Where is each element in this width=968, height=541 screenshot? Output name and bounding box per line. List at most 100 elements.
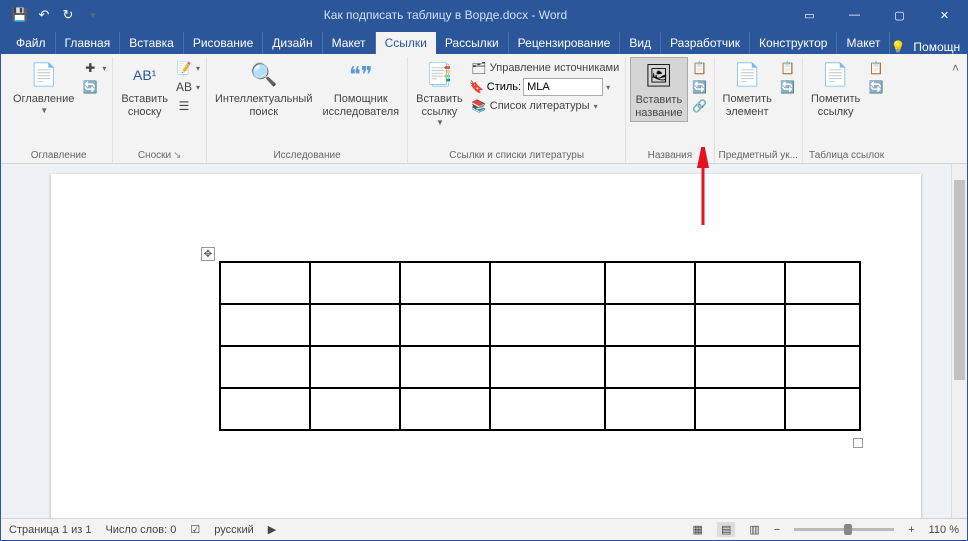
help-label[interactable]: Помощн <box>913 40 960 54</box>
group-label: Оглавление <box>9 148 108 163</box>
ribbon-body: 📄 Оглавление ▼ ✚▾ 🔄 Оглавление AB¹ Встав… <box>1 54 967 164</box>
toc-button[interactable]: 📄 Оглавление ▼ <box>9 57 78 117</box>
insert-caption-button[interactable]: 🖼 Вставить название <box>630 57 687 122</box>
researcher-icon: ❝❞ <box>345 59 377 91</box>
close-icon[interactable]: ✕ <box>922 1 967 29</box>
tab-draw[interactable]: Рисование <box>184 32 263 54</box>
bibliography-button[interactable]: 📚Список литературы▾ <box>469 97 621 115</box>
style-select[interactable] <box>523 78 603 96</box>
update-tof-button[interactable]: 🔄 <box>690 78 710 96</box>
group-research: 🔍 Интеллектуальный поиск ❝❞ Помощник исс… <box>207 57 408 163</box>
cross-ref-button[interactable]: 🔗 <box>690 97 710 115</box>
mark-entry-button[interactable]: 📄 Пометить элемент <box>719 57 776 120</box>
insert-citation-button[interactable]: 📑 Вставить ссылку ▼ <box>412 57 467 129</box>
mark-entry-icon: 📄 <box>731 59 763 91</box>
document-table[interactable] <box>219 261 861 431</box>
footnote-icon: AB¹ <box>129 59 161 91</box>
update-index-button[interactable]: 🔄 <box>778 78 798 96</box>
update-toc-button[interactable]: 🔄 <box>80 78 108 96</box>
footnotes-launcher-icon[interactable]: ↘ <box>173 150 181 161</box>
language-status[interactable]: русский <box>214 524 253 536</box>
tab-view[interactable]: Вид <box>620 32 661 54</box>
manage-sources-button[interactable]: 🗂Управление источниками <box>469 59 621 77</box>
add-text-button[interactable]: ✚▾ <box>80 59 108 77</box>
smart-lookup-button[interactable]: 🔍 Интеллектуальный поиск <box>211 57 316 120</box>
page-number-status[interactable]: Страница 1 из 1 <box>9 524 91 536</box>
read-mode-icon[interactable]: ▦ <box>693 523 703 536</box>
next-footnote-button[interactable]: AB▾ <box>174 78 202 96</box>
save-icon[interactable]: 💾 <box>9 4 31 26</box>
zoom-in-icon[interactable]: + <box>908 524 914 536</box>
tab-developer[interactable]: Разработчик <box>661 32 750 54</box>
tab-file[interactable]: Файл <box>7 32 56 54</box>
update-toa-button[interactable]: 🔄 <box>866 78 886 96</box>
update-index-icon: 🔄 <box>780 79 796 95</box>
insert-endnote-button[interactable]: 📝▾ <box>174 59 202 77</box>
tab-design[interactable]: Дизайн <box>263 32 322 54</box>
toc-icon: 📄 <box>28 59 60 91</box>
minimize-icon[interactable]: — <box>832 1 877 29</box>
table-move-handle-icon[interactable]: ✥ <box>201 247 215 261</box>
insert-tof-button[interactable]: 📋 <box>690 59 710 77</box>
group-citations: 📑 Вставить ссылку ▼ 🗂Управление источник… <box>408 57 626 163</box>
style-label: Стиль: <box>487 81 521 93</box>
tab-references[interactable]: Ссылки <box>376 32 436 54</box>
tab-layout[interactable]: Макет <box>323 32 376 54</box>
bibliography-icon: 📚 <box>471 98 487 114</box>
update-toa-icon: 🔄 <box>868 79 884 95</box>
help-icon[interactable]: 💡 <box>890 40 905 54</box>
tab-table-layout[interactable]: Макет <box>837 32 890 54</box>
next-footnote-icon: AB <box>176 79 192 95</box>
zoom-level[interactable]: 110 % <box>929 524 959 536</box>
insert-toa-button[interactable]: 📋 <box>866 59 886 77</box>
mark-citation-button[interactable]: 📄 Пометить ссылку <box>807 57 864 120</box>
zoom-slider[interactable] <box>794 528 894 531</box>
insert-toa-icon: 📋 <box>868 60 884 76</box>
insert-index-button[interactable]: 📋 <box>778 59 798 77</box>
zoom-out-icon[interactable]: − <box>774 524 780 536</box>
spellcheck-icon[interactable]: ☑ <box>190 523 200 536</box>
mark-citation-icon: 📄 <box>820 59 852 91</box>
quick-access-toolbar: 💾 ↶ ↻ ▼ <box>1 4 104 26</box>
vertical-scrollbar[interactable] <box>951 164 967 518</box>
tab-insert[interactable]: Вставка <box>120 32 184 54</box>
insert-citation-icon: 📑 <box>423 59 455 91</box>
undo-icon[interactable]: ↶ <box>33 4 55 26</box>
insert-caption-icon: 🖼 <box>643 60 675 92</box>
group-footnotes: AB¹ Вставить сноску 📝▾ AB▾ ☰ Сноски↘ <box>113 57 207 163</box>
page: ✥ <box>51 174 921 518</box>
window-title: Как подписать таблицу в Ворде.docx - Wor… <box>104 8 787 22</box>
web-layout-icon[interactable]: ▥ <box>749 523 759 536</box>
tab-table-design[interactable]: Конструктор <box>750 32 837 54</box>
table-resize-handle-icon[interactable] <box>853 438 863 448</box>
show-notes-button[interactable]: ☰ <box>174 97 202 115</box>
maximize-icon[interactable]: ▢ <box>877 1 922 29</box>
insert-index-icon: 📋 <box>780 60 796 76</box>
document-area[interactable]: ✥ <box>1 164 951 518</box>
tab-home[interactable]: Главная <box>56 32 121 54</box>
macro-icon[interactable]: ▶ <box>268 523 276 536</box>
researcher-button[interactable]: ❝❞ Помощник исследователя <box>318 57 403 120</box>
group-captions: 🖼 Вставить название 📋 🔄 🔗 Названия <box>626 57 714 163</box>
tof-icon: 📋 <box>692 60 708 76</box>
scroll-thumb[interactable] <box>954 180 965 380</box>
manage-sources-icon: 🗂 <box>471 60 487 76</box>
ribbon-display-icon[interactable]: ▭ <box>787 1 832 29</box>
insert-footnote-button[interactable]: AB¹ Вставить сноску <box>117 57 172 120</box>
group-toa: 📄 Пометить ссылку 📋 🔄 Таблица ссылок <box>803 57 890 163</box>
show-notes-icon: ☰ <box>176 98 192 114</box>
group-index: 📄 Пометить элемент 📋 🔄 Предметный ук... <box>715 57 803 163</box>
update-icon: 🔄 <box>82 79 98 95</box>
window-controls: ▭ — ▢ ✕ <box>787 1 967 29</box>
collapse-ribbon-icon[interactable]: ˄ <box>952 61 959 75</box>
word-count-status[interactable]: Число слов: 0 <box>105 524 176 536</box>
qat-customize-icon[interactable]: ▼ <box>82 4 104 26</box>
redo-icon[interactable]: ↻ <box>57 4 79 26</box>
ribbon-tabs: Файл Главная Вставка Рисование Дизайн Ма… <box>1 29 967 54</box>
update-tof-icon: 🔄 <box>692 79 708 95</box>
tab-mailings[interactable]: Рассылки <box>436 32 509 54</box>
tab-review[interactable]: Рецензирование <box>509 32 621 54</box>
group-toc: 📄 Оглавление ▼ ✚▾ 🔄 Оглавление <box>5 57 113 163</box>
print-layout-icon[interactable]: ▤ <box>717 522 735 537</box>
smart-lookup-icon: 🔍 <box>248 59 280 91</box>
